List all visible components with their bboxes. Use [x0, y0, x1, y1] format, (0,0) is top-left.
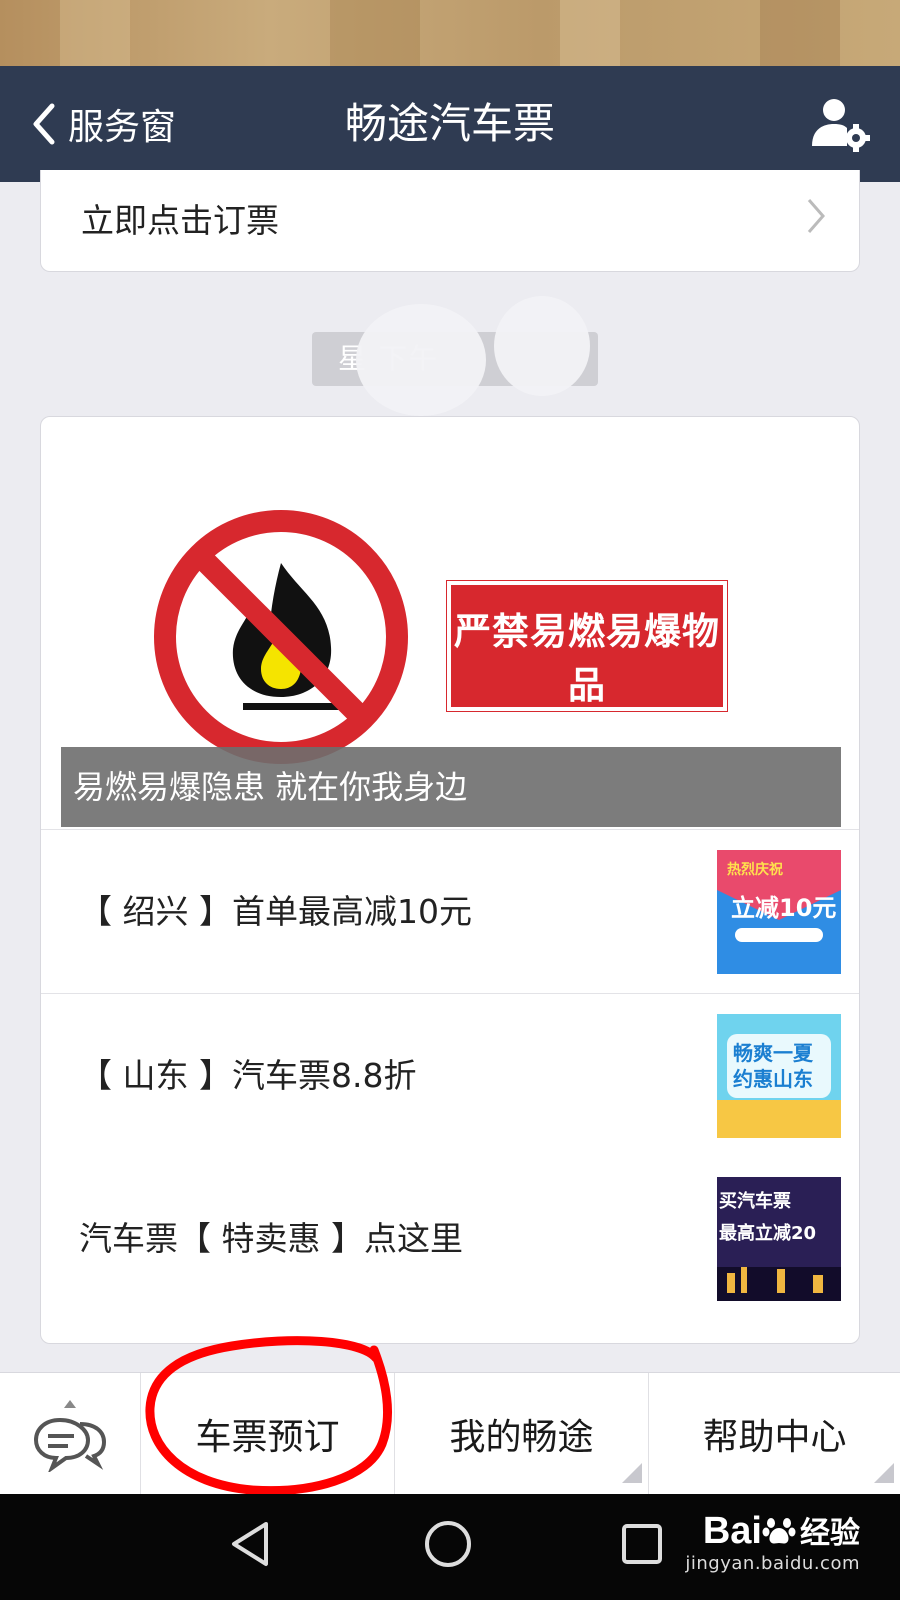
recents-nav-icon[interactable]: [612, 1514, 672, 1574]
watermark-site: jingyan.baidu.com: [685, 1553, 860, 1574]
submenu-indicator-icon: [874, 1463, 894, 1483]
status-bar-blur: [560, 0, 620, 66]
warning-banner: 严禁易燃易爆物品 NO FLAMMABLE GOODS: [446, 580, 728, 743]
chevron-right-icon: [807, 199, 825, 233]
book-ticket-card[interactable]: 立即点击订票: [40, 170, 860, 272]
page-title: 畅途汽车票: [344, 99, 555, 148]
tab-label: 车票预订: [195, 1417, 340, 1458]
promo-thumbnail: 热烈庆祝 立减10元: [717, 850, 841, 974]
hero-caption: 易燃易爆隐患 就在你我身边: [61, 747, 841, 827]
watermark-brand: Bai: [702, 1510, 762, 1552]
redaction-blur: [356, 304, 486, 416]
book-ticket-label: 立即点击订票: [81, 201, 279, 240]
promo-thumbnail-text: 畅爽一夏: [733, 1041, 814, 1065]
tab-book-ticket[interactable]: 车票预订: [140, 1373, 394, 1495]
system-nav-bar: Bai 经验 jingyan.baidu.com: [0, 1494, 900, 1600]
promo-thumbnail: 畅爽一夏 约惠山东: [717, 1014, 841, 1138]
user-settings-icon[interactable]: [810, 94, 870, 154]
warning-banner-en: NO FLAMMABLE GOODS: [455, 717, 719, 743]
promo-thumbnail-text: 约惠山东: [733, 1067, 813, 1091]
chat-bubbles-icon: [33, 1400, 107, 1472]
promo-thumbnail: 买汽车票 最高立减20: [717, 1177, 841, 1301]
promo-thumbnail-text: 最高立减20: [719, 1222, 816, 1244]
keyboard-toggle-button[interactable]: [0, 1373, 140, 1495]
list-item-label: 【 山东 】汽车票8.8折: [79, 1056, 417, 1095]
list-item[interactable]: 【 山东 】汽车票8.8折 畅爽一夏 约惠山东: [41, 993, 859, 1157]
status-bar-blur: [760, 0, 840, 66]
tab-help-center[interactable]: 帮助中心: [648, 1373, 900, 1495]
baidu-jingyan-watermark: Bai 经验 jingyan.baidu.com: [685, 1508, 860, 1574]
promo-thumbnail-text: 热烈庆祝: [727, 861, 783, 878]
list-item[interactable]: 汽车票【 特卖惠 】点这里 买汽车票 最高立减20: [41, 1157, 859, 1321]
list-item-label: 汽车票【 特卖惠 】点这里: [79, 1219, 463, 1258]
warning-banner-zh: 严禁易燃易爆物品: [454, 610, 720, 707]
promo-thumbnail-text: 买汽车票: [719, 1190, 791, 1212]
bottom-menu: 车票预订 我的畅途 帮助中心: [0, 1372, 900, 1495]
submenu-indicator-icon: [622, 1463, 642, 1483]
tab-label: 我的畅途: [449, 1417, 594, 1458]
tab-my-trips[interactable]: 我的畅途: [394, 1373, 648, 1495]
hero-article[interactable]: 严禁易燃易爆物品 NO FLAMMABLE GOODS 易燃易爆隐患 就在你我身…: [61, 417, 841, 847]
watermark-brand-suffix: 经验: [800, 1517, 860, 1550]
back-nav-icon[interactable]: [226, 1514, 272, 1574]
paw-logo-icon: [762, 1518, 796, 1544]
no-fire-sign-icon: [154, 510, 408, 764]
home-nav-icon[interactable]: [418, 1514, 478, 1574]
list-item-label: 【 绍兴 】首单最高减10元: [79, 892, 472, 931]
redaction-blur: [494, 296, 590, 396]
status-bar-blur: [330, 0, 420, 66]
list-item[interactable]: 【 绍兴 】首单最高减10元 热烈庆祝 立减10元: [41, 829, 859, 993]
status-bar: [0, 0, 900, 66]
app-header: 服务窗 畅途汽车票: [0, 66, 900, 182]
promo-thumbnail-text: 立减10元: [731, 894, 836, 922]
tab-label: 帮助中心: [702, 1417, 847, 1458]
article-card: 严禁易燃易爆物品 NO FLAMMABLE GOODS 易燃易爆隐患 就在你我身…: [40, 416, 860, 1344]
status-bar-blur: [60, 0, 130, 66]
